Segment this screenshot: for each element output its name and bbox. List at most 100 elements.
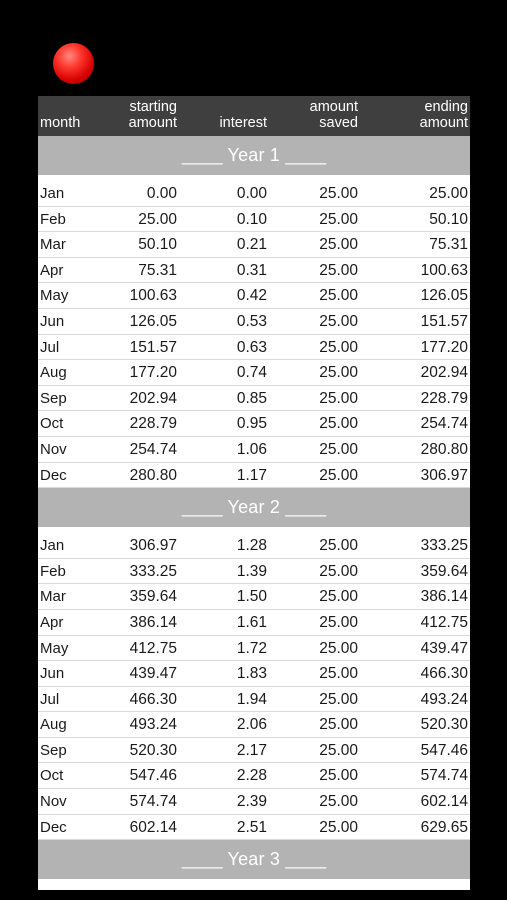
cell-amount-saved: 25.00 (319, 312, 358, 330)
table-row: Jan629.652.6225.00657.27 (38, 885, 470, 890)
table-row: Nov 254.74 1.06 25.00 280.80 (38, 437, 470, 463)
cell-interest: 2.17 (236, 741, 267, 759)
cell-interest: 0.95 (236, 415, 267, 433)
cell-starting-amount: 520.30 (129, 741, 177, 759)
table-row: May 412.75 1.72 25.00 439.47 (38, 636, 470, 662)
table-row: Mar 50.10 0.21 25.00 75.31 (38, 232, 470, 258)
header-saved-line2: saved (319, 115, 358, 131)
cell-amount-saved: 25.00 (319, 562, 358, 580)
cell-month: Nov (40, 440, 67, 458)
cell-ending-amount: 466.30 (420, 665, 468, 683)
cell-amount-saved: 25.00 (319, 588, 358, 606)
cell-ending-amount: 574.74 (420, 767, 468, 785)
cell-ending-amount: 126.05 (420, 287, 468, 305)
cell-amount-saved: 25.00 (319, 818, 358, 836)
cell-amount-saved: 25.00 (319, 364, 358, 382)
header-starting-amount: starting amount (104, 99, 177, 131)
cell-month: Feb (40, 562, 66, 580)
cell-ending-amount: 412.75 (420, 613, 468, 631)
cell-amount-saved: 25.00 (319, 690, 358, 708)
table-row: Dec 602.14 2.51 25.00 629.65 (38, 815, 470, 841)
cell-starting-amount: 75.31 (138, 261, 177, 279)
cell-interest: 2.39 (236, 793, 267, 811)
cell-amount-saved: 25.00 (319, 716, 358, 734)
header-starting-line1: starting (129, 99, 177, 115)
table-row: Apr 386.14 1.61 25.00 412.75 (38, 610, 470, 636)
cell-interest: 0.42 (236, 287, 267, 305)
cell-amount-saved: 25.00 (267, 885, 358, 890)
cell-interest: 2.51 (236, 818, 267, 836)
cell-interest: 2.62 (177, 885, 267, 890)
cell-starting-amount: 493.24 (129, 716, 177, 734)
cell-interest: 1.17 (236, 466, 267, 484)
cell-ending-amount: 50.10 (429, 210, 468, 228)
cell-interest: 0.74 (236, 364, 267, 382)
cell-ending-amount: 202.94 (420, 364, 468, 382)
cell-month: Oct (40, 767, 64, 785)
cell-amount-saved: 25.00 (319, 537, 358, 555)
cell-amount-saved: 25.00 (319, 236, 358, 254)
cell-interest: 0.63 (236, 338, 267, 356)
cell-ending-amount: 602.14 (420, 793, 468, 811)
cell-ending-amount: 228.79 (420, 389, 468, 407)
cell-ending-amount: 520.30 (420, 716, 468, 734)
cell-interest: 1.83 (236, 665, 267, 683)
cell-month: May (40, 639, 69, 657)
table-row: Jul 466.30 1.94 25.00 493.24 (38, 687, 470, 713)
header-ending-amount: ending amount (358, 99, 470, 131)
cell-amount-saved: 25.00 (319, 389, 358, 407)
cell-starting-amount: 574.74 (129, 793, 177, 811)
cell-amount-saved: 25.00 (319, 466, 358, 484)
cell-ending-amount: 493.24 (420, 690, 468, 708)
cell-amount-saved: 25.00 (319, 613, 358, 631)
cell-starting-amount: 202.94 (129, 389, 177, 407)
table-row: Jul 151.57 0.63 25.00 177.20 (38, 335, 470, 361)
cell-month: Aug (40, 364, 67, 382)
table-row: Jun 126.05 0.53 25.00 151.57 (38, 309, 470, 335)
year-section-header: ____ Year 1 ____ (38, 136, 470, 175)
table-row: Jan 0.00 0.00 25.00 25.00 (38, 181, 470, 207)
cell-starting-amount: 100.63 (129, 287, 177, 305)
cell-interest: 0.53 (236, 312, 267, 330)
cell-month: Dec (40, 466, 67, 484)
table-row: Jan 306.97 1.28 25.00 333.25 (38, 533, 470, 559)
cell-ending-amount: 333.25 (420, 537, 468, 555)
cell-starting-amount: 280.80 (129, 466, 177, 484)
cell-interest: 0.21 (236, 236, 267, 254)
cell-starting-amount: 412.75 (129, 639, 177, 657)
cell-month: Jun (40, 312, 65, 330)
cell-interest: 2.28 (236, 767, 267, 785)
cell-month: Jul (40, 338, 60, 356)
table-row: Sep 520.30 2.17 25.00 547.46 (38, 738, 470, 764)
cell-starting-amount: 254.74 (129, 440, 177, 458)
cell-amount-saved: 25.00 (319, 210, 358, 228)
cell-starting-amount: 50.10 (138, 236, 177, 254)
cell-amount-saved: 25.00 (319, 287, 358, 305)
cell-ending-amount: 657.27 (358, 885, 470, 890)
cell-amount-saved: 25.00 (319, 261, 358, 279)
cell-month: Sep (40, 389, 67, 407)
table-row: Feb 333.25 1.39 25.00 359.64 (38, 559, 470, 585)
cell-ending-amount: 177.20 (420, 338, 468, 356)
table-row: Oct 228.79 0.95 25.00 254.74 (38, 411, 470, 437)
table-row: Oct 547.46 2.28 25.00 574.74 (38, 763, 470, 790)
cell-ending-amount: 306.97 (420, 466, 468, 484)
cell-ending-amount: 547.46 (420, 741, 468, 759)
cell-starting-amount: 439.47 (129, 665, 177, 683)
cell-month: Jan (38, 885, 104, 890)
close-button-icon[interactable] (53, 43, 94, 84)
cell-starting-amount: 629.65 (104, 885, 177, 890)
cell-ending-amount: 254.74 (420, 415, 468, 433)
cell-month: Dec (40, 818, 67, 836)
cell-amount-saved: 25.00 (319, 415, 358, 433)
cell-interest: 0.31 (236, 261, 267, 279)
year-section-header: ____ Year 3 ____ (38, 840, 470, 880)
cell-interest: 1.50 (236, 588, 267, 606)
table-body: ____ Year 1 ____ Jan 0.00 0.00 25.00 25.00 Feb… (38, 136, 470, 890)
cell-amount-saved: 25.00 (319, 185, 358, 202)
savings-table[interactable]: month starting amount interest amount sa… (38, 96, 470, 890)
cell-month: Feb (40, 210, 66, 228)
cell-starting-amount: 359.64 (129, 588, 177, 606)
year-section-header: ____ Year 2 ____ (38, 488, 470, 528)
cell-month: Jan (40, 537, 65, 555)
